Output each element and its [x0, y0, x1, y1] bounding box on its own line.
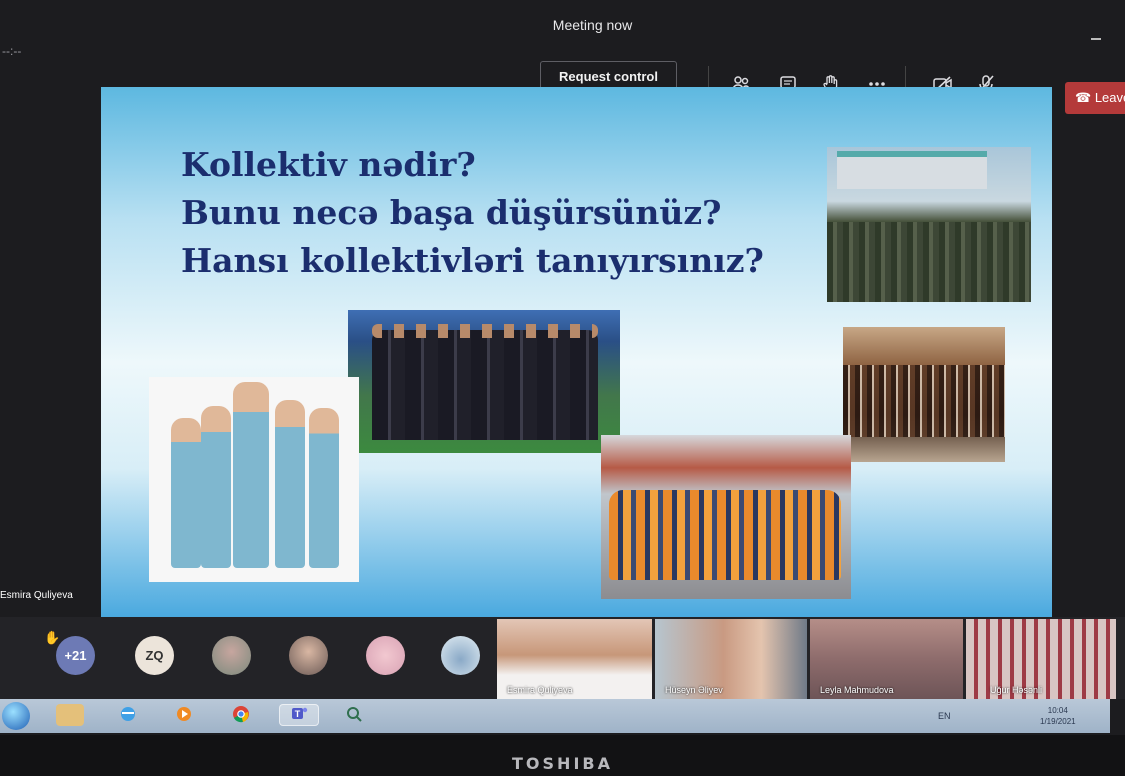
video-tile-name: Hüseyn Əliyev [665, 685, 723, 695]
video-tile-name: Leyla Mahmudova [820, 685, 894, 695]
construction-workers-photo [601, 435, 851, 599]
meeting-timer: --:-- [2, 44, 22, 58]
participant-avatar[interactable] [289, 636, 328, 675]
minimize-icon[interactable] [1091, 38, 1101, 40]
clock-date: 1/19/2021 [1040, 717, 1076, 726]
video-tile[interactable]: Leyla Mahmudova [810, 619, 963, 699]
medical-staff-photo [149, 377, 359, 582]
slide-question-3: Hansı kollektivləri tanıyırsınız? [181, 241, 764, 280]
chrome-icon[interactable] [227, 704, 255, 726]
participant-avatar[interactable] [366, 636, 405, 675]
slide-question-2: Bunu necə başa düşürsünüz? [181, 193, 722, 232]
army-parade-photo [827, 147, 1031, 302]
teams-icon[interactable]: T [279, 704, 319, 726]
screen: --:-- Meeting now Request control ☎ Leav… [0, 0, 1125, 735]
internet-explorer-icon[interactable] [114, 704, 142, 726]
video-tile-name: Esmira Quliyeva [507, 685, 573, 695]
clock-time: 10:04 [1047, 706, 1068, 715]
start-button-icon[interactable] [2, 702, 30, 730]
presenter-name: Esmira Quliyeva [0, 590, 73, 601]
raised-hand-indicator-icon: ✋ [44, 630, 61, 645]
orchestra-photo [843, 327, 1005, 462]
participant-avatar[interactable] [212, 636, 251, 675]
leave-phone-icon: ☎ [1075, 90, 1092, 105]
svg-text:T: T [295, 709, 301, 719]
media-player-icon[interactable] [170, 704, 198, 726]
participant-avatar[interactable] [441, 636, 480, 675]
file-explorer-icon[interactable] [56, 704, 84, 726]
slide-question-1: Kollektiv nədir? [181, 145, 476, 184]
video-tile[interactable]: Esmira Quliyeva [497, 619, 652, 699]
leave-button[interactable]: ☎ Leave [1065, 82, 1125, 114]
video-tile[interactable]: Hüseyn Əliyev [655, 619, 807, 699]
football-team-photo [348, 310, 620, 453]
video-tile[interactable]: Uğur Həsənli [966, 619, 1116, 699]
leave-label: Leave [1094, 90, 1125, 105]
meeting-title: Meeting now [552, 17, 633, 33]
shared-slide: Kollektiv nədir? Bunu necə başa düşürsün… [101, 87, 1052, 617]
taskbar-clock[interactable]: 10:04 1/19/2021 [1040, 705, 1076, 727]
search-app-icon[interactable] [340, 704, 368, 726]
video-tile-name: Uğur Həsənli [990, 685, 1043, 695]
participant-avatar[interactable]: ZQ [135, 636, 174, 675]
device-brand: TOSHIBA [512, 754, 613, 773]
more-participants-badge[interactable]: +21 [56, 636, 95, 675]
language-indicator[interactable]: EN [938, 711, 951, 721]
